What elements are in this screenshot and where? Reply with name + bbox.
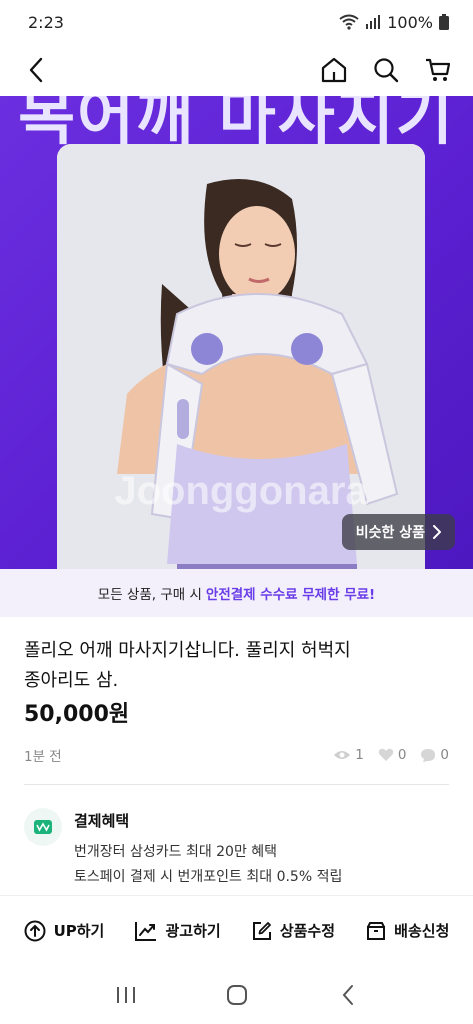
back-system-button[interactable] (333, 980, 363, 1010)
delivery-request-button[interactable]: 배송신청 (366, 920, 449, 941)
status-time: 2:23 (28, 12, 64, 32)
advertise-button[interactable]: 광고하기 (135, 920, 221, 941)
section-divider (24, 784, 449, 785)
top-navigation (0, 44, 473, 96)
posted-time: 1분 전 (24, 749, 62, 765)
product-title: 폴리오 어깨 마사지기삽니다. 풀리지 허벅지 종아리도 삼. (24, 636, 444, 696)
package-icon (367, 921, 386, 940)
recent-apps-icon (116, 987, 135, 1003)
chat-count: 0 (420, 747, 449, 763)
home-icon (321, 57, 347, 83)
like-count: 0 (378, 747, 407, 763)
cart-icon (426, 58, 451, 81)
battery-icon (439, 14, 449, 30)
edit-icon (252, 921, 271, 940)
chat-bubble-icon (421, 748, 436, 762)
like-count-value: 0 (397, 747, 407, 763)
status-icons: 100% (339, 13, 449, 32)
arrow-up-circle-icon (24, 920, 46, 941)
search-icon (374, 58, 399, 83)
banner-prefix: 모든 상품, 구매 시 (97, 587, 202, 603)
up-label: UP하기 (53, 922, 105, 940)
home-system-button[interactable] (222, 980, 252, 1010)
chevron-right-icon (433, 525, 441, 539)
product-meta: 1분 전 1 0 0 (24, 743, 449, 767)
chat-count-value: 0 (440, 747, 449, 763)
view-count: 1 (333, 747, 364, 763)
chevron-left-icon (29, 57, 43, 83)
eye-icon (334, 751, 351, 759)
edit-product-button[interactable]: 상품수정 (252, 920, 335, 941)
product-title-line-2: 종아리도 삼. (24, 670, 119, 691)
payment-benefit-line-2[interactable]: 토스페이 결제 시 번개포인트 최대 0.5% 적립 (74, 866, 342, 886)
view-count-value: 1 (355, 747, 364, 763)
heart-icon (378, 748, 394, 761)
product-stats: 1 0 0 (333, 747, 449, 763)
search-button[interactable] (371, 55, 401, 85)
battery-level: 100% (387, 12, 433, 32)
banner-highlight: 안전결제 수수료 무제한 무료! (205, 587, 376, 603)
back-arrow-icon (342, 985, 353, 1005)
payment-benefit-icon (24, 808, 62, 846)
similar-products-label: 비슷한 상품 (355, 525, 425, 541)
status-bar: 2:23 100% (0, 0, 473, 44)
edit-product-label: 상품수정 (279, 922, 336, 940)
trending-up-icon (135, 921, 157, 941)
back-button[interactable] (22, 55, 52, 85)
payment-benefit-title: 결제혜택 (74, 812, 130, 830)
signal-icon (365, 15, 381, 29)
watermark-text: Joonggonara (114, 469, 368, 513)
up-button[interactable]: UP하기 (24, 920, 105, 942)
cart-button[interactable] (423, 55, 453, 85)
home-button[interactable] (319, 55, 349, 85)
advertise-label: 광고하기 (165, 922, 221, 940)
system-navigation-bar (0, 966, 473, 1024)
similar-products-button[interactable]: 비슷한 상품 (341, 514, 455, 550)
wifi-icon (339, 14, 359, 30)
payment-benefit-line-1[interactable]: 번개장터 삼성카드 최대 20만 혜택 (74, 841, 277, 861)
product-image[interactable]: 목어깨 마사지기 Joonggonara 비슷한 상품 (0, 96, 473, 569)
woman-with-massager-illustration: Joonggonara (57, 144, 425, 569)
product-title-line-1: 폴리오 어깨 마사지기삽니다. 풀리지 허벅지 (24, 640, 351, 661)
home-circle-icon (226, 985, 247, 1005)
product-photo: Joonggonara (57, 144, 425, 569)
seller-action-bar: UP하기 광고하기 상품수정 배송신청 (0, 895, 473, 965)
delivery-request-label: 배송신청 (394, 922, 450, 940)
recent-apps-button[interactable] (111, 980, 141, 1010)
safe-payment-banner[interactable]: 모든 상품, 구매 시 안전결제 수수료 무제한 무료! (0, 569, 473, 617)
product-price: 50,000원 (24, 702, 130, 727)
